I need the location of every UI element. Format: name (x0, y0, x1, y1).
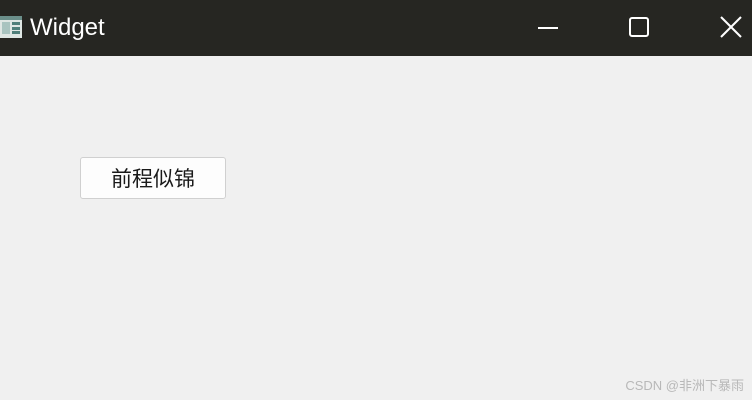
minimize-icon (538, 27, 558, 29)
app-icon (0, 16, 22, 38)
app-window: Widget 前程似锦 CSDN @非洲下暴雨 (0, 0, 752, 400)
client-area: 前程似锦 CSDN @非洲下暴雨 (0, 56, 752, 400)
push-button[interactable]: 前程似锦 (80, 157, 226, 199)
maximize-button[interactable] (615, 0, 663, 56)
minimize-button[interactable] (524, 0, 572, 56)
maximize-icon (629, 17, 649, 37)
close-icon (720, 16, 742, 38)
watermark-text: CSDN @非洲下暴雨 (625, 378, 744, 393)
window-title: Widget (30, 14, 105, 41)
close-button[interactable] (706, 0, 752, 56)
title-bar[interactable]: Widget (0, 0, 752, 56)
